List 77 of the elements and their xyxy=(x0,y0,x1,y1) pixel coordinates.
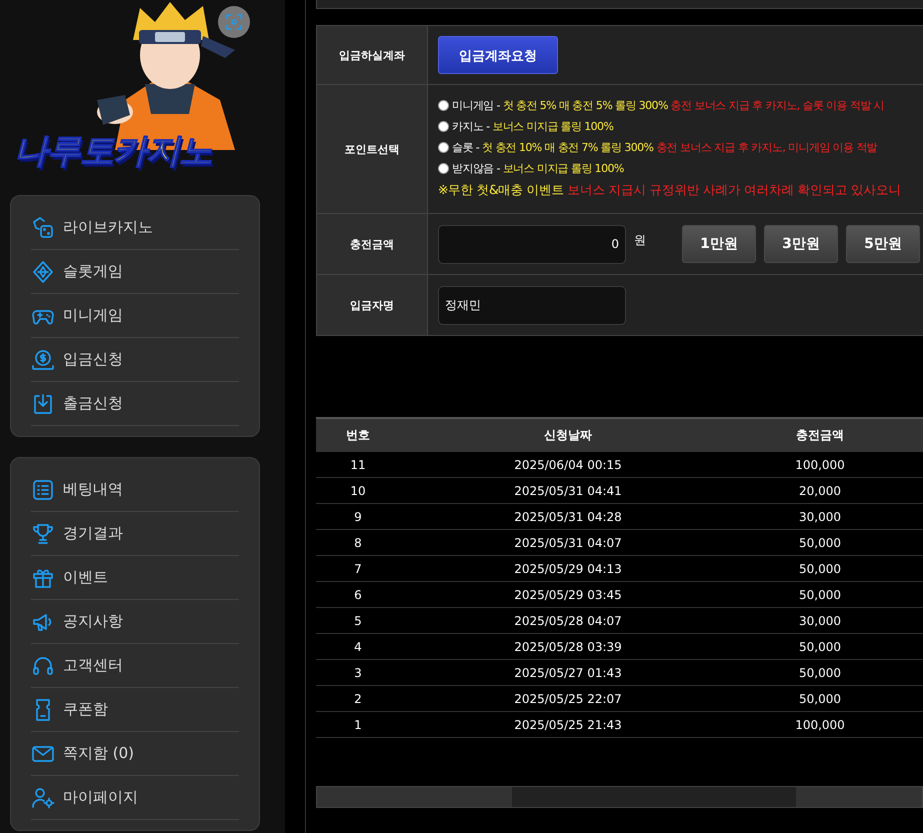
table-cell-text: 9 xyxy=(353,510,363,524)
table-cell-text: 2025/05/25 22:07 xyxy=(513,692,623,706)
table-cell-text: 20,000 xyxy=(798,484,842,498)
event-notice: ※무한 첫&매충 이벤트 보너스 지급시 규정위반 사례가 여러차례 확인되고 있사오니 xyxy=(438,182,901,199)
amount-field[interactable]: 0 xyxy=(438,224,626,264)
depositor-name-field[interactable]: 정재민 xyxy=(438,286,626,324)
table-cell-text: 8 xyxy=(353,536,363,550)
table-cell-text: 30,000 xyxy=(798,614,842,628)
table-cell-text: 2025/05/31 04:07 xyxy=(513,536,623,550)
currency-unit: 원 xyxy=(634,232,646,249)
table-cell-text: 11 xyxy=(349,458,367,472)
table-cell-text: 2 xyxy=(353,692,363,706)
table-cell-text: 7 xyxy=(353,562,363,576)
table-cell-text: 50,000 xyxy=(798,588,842,602)
radio-button[interactable] xyxy=(438,142,449,153)
option-label[interactable]: 카지노 - 보너스 미지급 롤링 100% xyxy=(452,119,614,134)
request-account-button[interactable]: 입금계좌요청 xyxy=(438,36,558,74)
table-cell-text: 50,000 xyxy=(798,692,842,706)
user-gear-icon xyxy=(31,786,55,810)
menu-item[interactable]: 이벤트 xyxy=(63,568,108,587)
menu-item[interactable]: 고객센터 xyxy=(63,656,123,675)
table-cell-text: 10 xyxy=(349,484,367,498)
option-label[interactable]: 슬롯 - 첫 충전 10% 매 충전 7% 롤링 300% 충전 보너스 지급 후 카지노, 미니게임 이용 적발 xyxy=(452,140,878,155)
table-cell-text: 4 xyxy=(353,640,363,654)
table-cell-text: 100,000 xyxy=(794,718,846,732)
table-cell-text: 30,000 xyxy=(798,510,842,524)
amount-button[interactable]: 5만원 xyxy=(846,225,920,263)
menu-item[interactable]: 미니게임 xyxy=(63,306,123,325)
table-cell-text: 2025/05/31 04:41 xyxy=(513,484,623,498)
option-label[interactable]: 받지않음 - 보너스 미지급 롤링 100% xyxy=(452,161,624,176)
field-label: 포인트선택 xyxy=(317,85,428,214)
option-label[interactable]: 미니게임 - 첫 충전 5% 매 충전 5% 롤링 300% 충전 보너스 지급 후 카지노, 슬롯 이용 적발 시 xyxy=(452,98,884,113)
column-header: 충전금액 xyxy=(795,427,845,444)
table-cell-text: 5 xyxy=(353,614,363,628)
table-cell-text: 100,000 xyxy=(794,458,846,472)
table-cell-text: 2025/06/04 00:15 xyxy=(513,458,623,472)
menu-item[interactable]: 베팅내역 xyxy=(63,480,123,499)
amount-button[interactable]: 3만원 xyxy=(764,225,838,263)
coin-icon xyxy=(31,348,55,372)
menu-item[interactable]: 라이브카지노 xyxy=(63,218,153,237)
scan-icon[interactable] xyxy=(218,6,250,38)
table-cell-text: 50,000 xyxy=(798,562,842,576)
menu-item[interactable]: 입금신청 xyxy=(63,350,123,369)
table-cell-text: 1 xyxy=(353,718,363,732)
table-cell-text: 2025/05/28 03:39 xyxy=(513,640,623,654)
radio-button[interactable] xyxy=(438,100,449,111)
menu-item[interactable]: 경기결과 xyxy=(63,524,123,543)
menu-item[interactable]: 쪽지함 (0) xyxy=(63,744,134,763)
column-header: 번호 xyxy=(345,427,371,444)
menu-item[interactable]: 슬롯게임 xyxy=(63,262,123,281)
radio-button[interactable] xyxy=(438,163,449,174)
column-header: 신청날짜 xyxy=(543,427,593,444)
download-icon xyxy=(31,392,55,416)
table-cell-text: 2025/05/28 04:07 xyxy=(513,614,623,628)
menu-item[interactable]: 마이페이지 xyxy=(63,788,138,807)
menu-item[interactable]: 출금신청 xyxy=(63,394,123,413)
table-cell-text: 50,000 xyxy=(798,640,842,654)
table-cell-text: 50,000 xyxy=(798,536,842,550)
radio-button[interactable] xyxy=(438,121,449,132)
diamond-icon xyxy=(31,260,55,284)
table-cell-text: 2025/05/27 01:43 xyxy=(513,666,623,680)
menu-item[interactable]: 공지사항 xyxy=(63,612,123,631)
dice-icon xyxy=(31,216,55,240)
list-icon xyxy=(31,478,55,502)
table-cell-text: 50,000 xyxy=(798,666,842,680)
table-cell-text: 6 xyxy=(353,588,363,602)
table-cell-text: 2025/05/29 03:45 xyxy=(513,588,623,602)
trophy-icon xyxy=(31,522,55,546)
table-cell-text: 2025/05/31 04:28 xyxy=(513,510,623,524)
table-cell-text: 3 xyxy=(353,666,363,680)
amount-button[interactable]: 1만원 xyxy=(682,225,756,263)
menu-item[interactable]: 쿠폰함 xyxy=(63,700,108,719)
field-label: 충전금액 xyxy=(317,214,428,275)
table-cell-text: 2025/05/29 04:13 xyxy=(513,562,623,576)
table-cell-text: 2025/05/25 21:43 xyxy=(513,718,623,732)
field-label: 입금자명 xyxy=(317,275,428,335)
field-label: 입금하실계좌 xyxy=(317,26,428,85)
